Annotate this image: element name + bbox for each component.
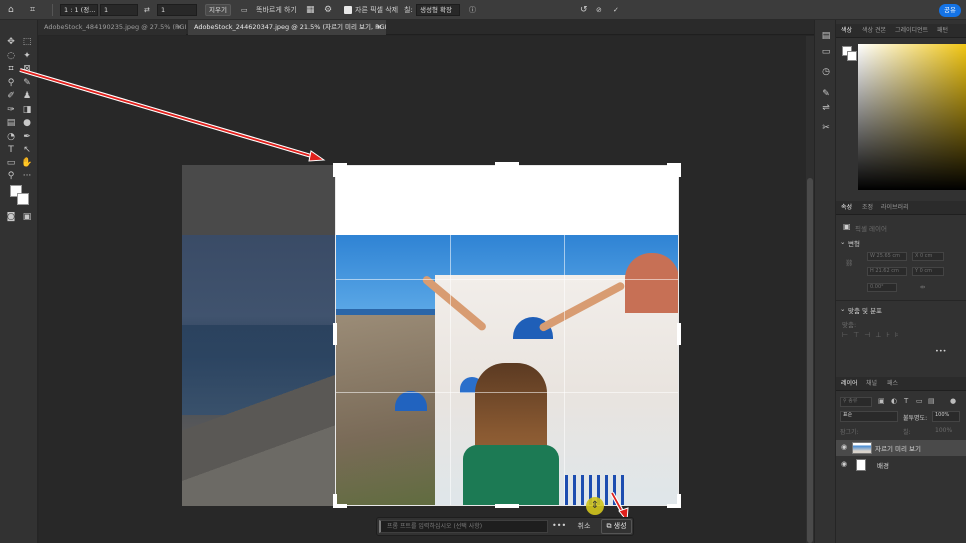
flip-icon[interactable]: ⇹: [920, 283, 925, 291]
adjust-icon[interactable]: ⇌: [819, 102, 833, 114]
pixel-layer-icon: ▣: [843, 222, 851, 231]
generate-label: 생성: [613, 522, 627, 530]
tab-color[interactable]: 색상: [841, 24, 852, 38]
filter-adjust-icon[interactable]: ◐: [891, 398, 898, 405]
layer-filter-dropdown[interactable]: ⚲ 종류: [840, 397, 872, 407]
color-picker-field[interactable]: [858, 44, 966, 190]
generate-button[interactable]: ⧉ 생성: [601, 519, 632, 534]
transform-title: 변형: [848, 240, 860, 248]
divider: [836, 300, 966, 301]
width-field[interactable]: W 25.65 cm: [867, 252, 907, 261]
tab-adjustments[interactable]: 조정: [862, 201, 873, 215]
layers-panel-tabs: 레이어 채널 패스: [836, 377, 966, 391]
link-icon[interactable]: ⛓: [845, 259, 853, 267]
tab-gradients[interactable]: 그레이디언트: [895, 24, 928, 38]
blend-mode-dropdown[interactable]: 표준: [840, 411, 898, 422]
eye-icon[interactable]: ◉: [841, 443, 847, 451]
color-panel-tabs: 색상 색상 견본 그레이디언트 패턴: [836, 24, 966, 38]
generate-icon: ⧉: [606, 522, 614, 530]
tab-channels[interactable]: 채널: [866, 377, 877, 391]
tab-patterns[interactable]: 패턴: [937, 24, 948, 38]
layer-row-background[interactable]: ◉ 배경: [836, 457, 966, 473]
properties-subtitle: 픽셀 레이어: [855, 225, 887, 233]
tab-properties[interactable]: 속성: [841, 201, 852, 215]
properties-panel-tabs: 속성 조정 라이브러리: [836, 201, 966, 215]
filter-toggle-icon[interactable]: ●: [950, 398, 957, 405]
more-options-button[interactable]: •••: [552, 520, 566, 533]
brushes-icon[interactable]: ✎: [819, 88, 833, 100]
layer-row-crop-preview[interactable]: ◉ 자르기 미리 보기: [836, 440, 966, 456]
layer-thumbnail: [852, 442, 872, 454]
layer-name: 배경: [877, 462, 889, 470]
tools-icon[interactable]: ✂: [819, 122, 833, 134]
filter-smart-icon[interactable]: ▤: [928, 398, 935, 405]
opacity-label: 불투명도:: [903, 415, 928, 422]
layer-filter-label: 종류: [848, 398, 858, 404]
more-dots-icon[interactable]: •••: [935, 347, 947, 355]
cursor-icon: ⇕: [590, 500, 600, 511]
opacity-field[interactable]: 100%: [932, 411, 960, 422]
fill-label: 칠:: [903, 429, 911, 436]
align-sub: 맞춤:: [842, 321, 857, 329]
lock-label: 잠그기:: [840, 429, 859, 436]
align-icons[interactable]: ⊢⊤⊣⊥⊦⊧: [842, 331, 904, 339]
cancel-button[interactable]: 취소: [572, 520, 596, 533]
filter-shape-icon[interactable]: ▭: [916, 398, 923, 405]
align-title: 맞춤 및 분포: [848, 307, 883, 315]
x-field[interactable]: X 0 cm: [912, 252, 944, 261]
filter-pixel-icon[interactable]: ▣: [878, 398, 885, 405]
angle-field[interactable]: 0.00°: [867, 283, 897, 292]
tab-paths[interactable]: 패스: [887, 377, 898, 391]
chevron-down-icon[interactable]: ⌄: [840, 305, 845, 313]
tab-swatches[interactable]: 색상 견본: [862, 24, 886, 38]
layer-name: 자르기 미리 보기: [875, 445, 921, 453]
y-field[interactable]: Y 0 cm: [912, 267, 944, 276]
fill-value[interactable]: 100%: [935, 427, 952, 434]
background-swatch[interactable]: [847, 51, 857, 61]
tutorial-arrow: [19, 68, 326, 162]
tab-layers[interactable]: 레이어: [841, 377, 858, 391]
learn-icon[interactable]: ▤: [819, 30, 833, 42]
panel-icon-strip: ▤ ▭ ◷ ✎ ⇌ ✂: [814, 20, 836, 543]
history-icon[interactable]: ◷: [819, 66, 833, 78]
filter-type-icon[interactable]: T: [904, 398, 911, 405]
eye-icon[interactable]: ◉: [841, 460, 847, 468]
comments-icon[interactable]: ▭: [819, 46, 833, 58]
layer-thumbnail: [856, 459, 866, 471]
generative-prompt-input[interactable]: 프롬 프트를 입력하십시오 (선택 사항): [379, 520, 548, 533]
height-field[interactable]: H 21.62 cm: [867, 267, 907, 276]
chevron-down-icon[interactable]: ⌄: [840, 238, 845, 246]
tab-libraries[interactable]: 라이브러리: [881, 201, 909, 215]
